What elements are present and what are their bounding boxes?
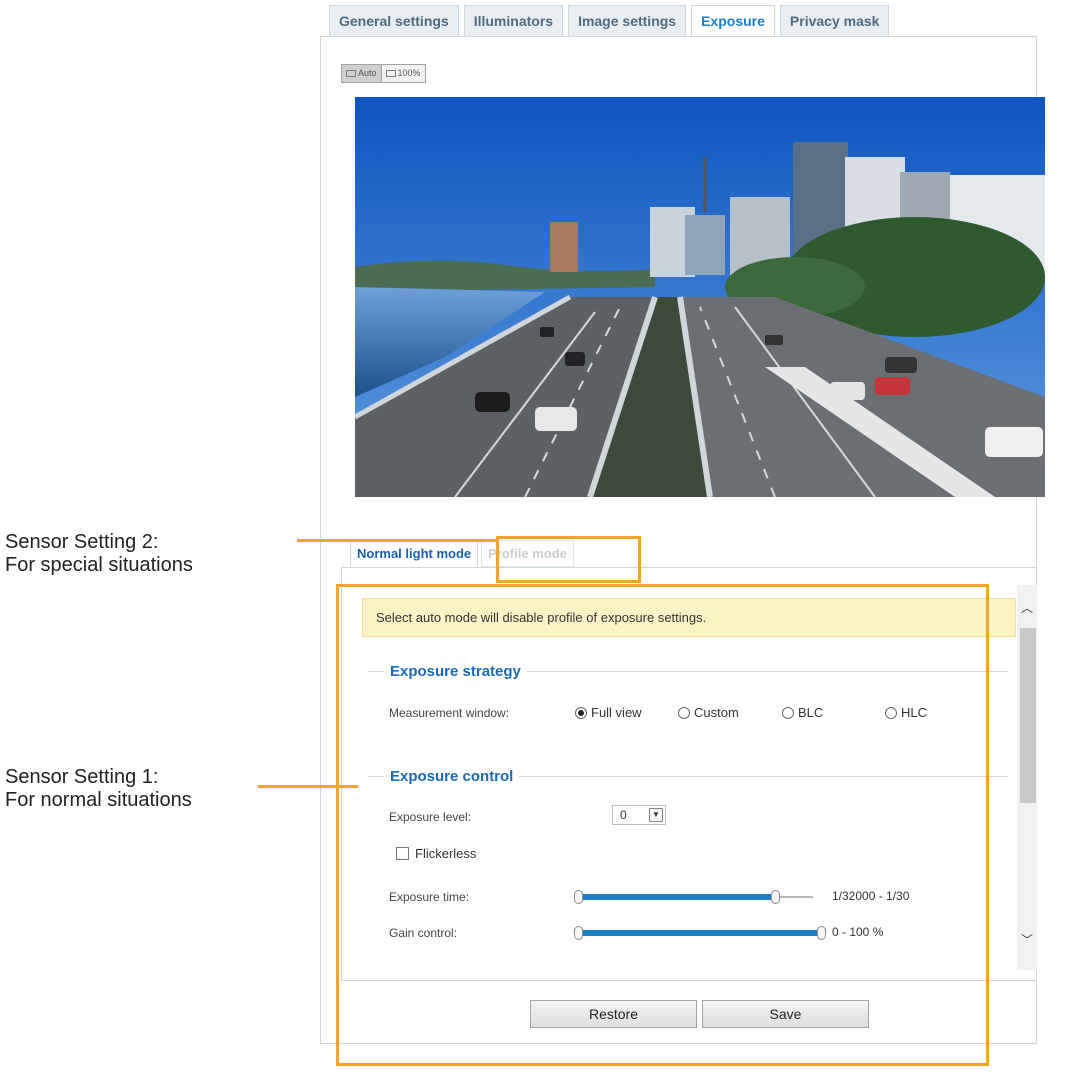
- radio-blc[interactable]: BLC: [782, 705, 823, 720]
- radio-full-view[interactable]: Full view: [575, 705, 642, 720]
- radio-full-view-label: Full view: [591, 705, 642, 720]
- chevron-up-icon[interactable]: ︿: [1021, 599, 1033, 616]
- mode-tabs: Normal light mode Profile mode: [350, 540, 574, 567]
- frame-icon: [385, 70, 396, 78]
- sensor-setting-2-desc: For special situations: [5, 554, 193, 576]
- exposure-level-select[interactable]: 0 ▼: [612, 805, 666, 825]
- settings-scrollbar[interactable]: ︿ ﹀: [1017, 585, 1037, 970]
- gain-control-fill: [577, 930, 821, 936]
- full-size-label: 100%: [397, 68, 421, 78]
- view-size-toggle: Auto 100%: [341, 64, 426, 83]
- radio-hlc-label: HLC: [901, 705, 928, 720]
- chevron-down-icon: ▼: [649, 808, 663, 822]
- exposure-level-label: Exposure level:: [389, 810, 472, 824]
- radio-hlc[interactable]: HLC: [885, 705, 927, 720]
- sensor-setting-1-callout: Sensor Setting 1: For normal situations: [5, 766, 192, 812]
- exposure-time-label: Exposure time:: [389, 890, 470, 904]
- save-button[interactable]: Save: [702, 1000, 869, 1028]
- tab-image-settings[interactable]: Image settings: [568, 5, 687, 36]
- callout-line-setting-1: [258, 785, 358, 788]
- gain-control-label: Gain control:: [389, 926, 458, 940]
- full-size-button[interactable]: 100%: [380, 65, 425, 82]
- callout-line-setting-2: [297, 539, 497, 542]
- sensor-setting-2-title: Sensor Setting 2:: [5, 531, 159, 553]
- exposure-strategy-title: Exposure strategy: [384, 663, 527, 680]
- tab-privacy-mask[interactable]: Privacy mask: [779, 5, 890, 36]
- restore-button[interactable]: Restore: [530, 1000, 697, 1028]
- frame-icon: [346, 70, 356, 78]
- exposure-time-value: 1/32000 - 1/30: [832, 889, 910, 903]
- chevron-down-icon[interactable]: ﹀: [1021, 931, 1033, 948]
- auto-mode-notice: Select auto mode will disable profile of…: [362, 598, 1016, 637]
- auto-size-label: Auto: [358, 68, 377, 78]
- exposure-control-title: Exposure control: [384, 768, 520, 785]
- exposure-time-max-handle[interactable]: [771, 890, 780, 904]
- flickerless-label: Flickerless: [415, 846, 477, 861]
- scrollbar-thumb[interactable]: [1020, 628, 1036, 803]
- sensor-setting-1-desc: For normal situations: [5, 789, 192, 811]
- settings-tabs: General settings Illuminators Image sett…: [329, 5, 890, 38]
- measurement-window-label: Measurement window:: [389, 706, 510, 720]
- tab-general-settings[interactable]: General settings: [329, 5, 459, 36]
- radio-hlc-dot: [885, 706, 897, 719]
- gain-control-min-handle[interactable]: [574, 926, 583, 940]
- auto-size-button[interactable]: Auto: [342, 65, 381, 82]
- sensor-setting-1-title: Sensor Setting 1:: [5, 766, 159, 788]
- flickerless-checkbox[interactable]: Flickerless: [396, 846, 476, 861]
- gain-control-slider[interactable]: [574, 926, 826, 940]
- radio-blc-label: BLC: [798, 705, 824, 720]
- gain-control-value: 0 - 100 %: [832, 925, 884, 939]
- exposure-time-slider[interactable]: [574, 890, 813, 904]
- live-view-image: [355, 97, 1045, 497]
- sensor-setting-2-callout: Sensor Setting 2: For special situations: [5, 531, 193, 577]
- gain-control-max-handle[interactable]: [817, 926, 826, 940]
- radio-blc-dot: [782, 706, 794, 719]
- flickerless-box: [396, 847, 409, 860]
- tab-profile-mode[interactable]: Profile mode: [481, 540, 574, 567]
- tab-exposure[interactable]: Exposure: [691, 5, 775, 38]
- tab-normal-light-mode[interactable]: Normal light mode: [350, 540, 479, 567]
- radio-custom[interactable]: Custom: [678, 705, 739, 720]
- radio-custom-label: Custom: [694, 705, 739, 720]
- exposure-time-min-handle[interactable]: [574, 890, 583, 904]
- tab-illuminators[interactable]: Illuminators: [463, 5, 564, 36]
- radio-custom-dot: [678, 706, 690, 719]
- exposure-level-value: 0: [620, 808, 627, 822]
- exposure-time-fill: [577, 894, 775, 900]
- radio-full-view-dot: [575, 706, 587, 719]
